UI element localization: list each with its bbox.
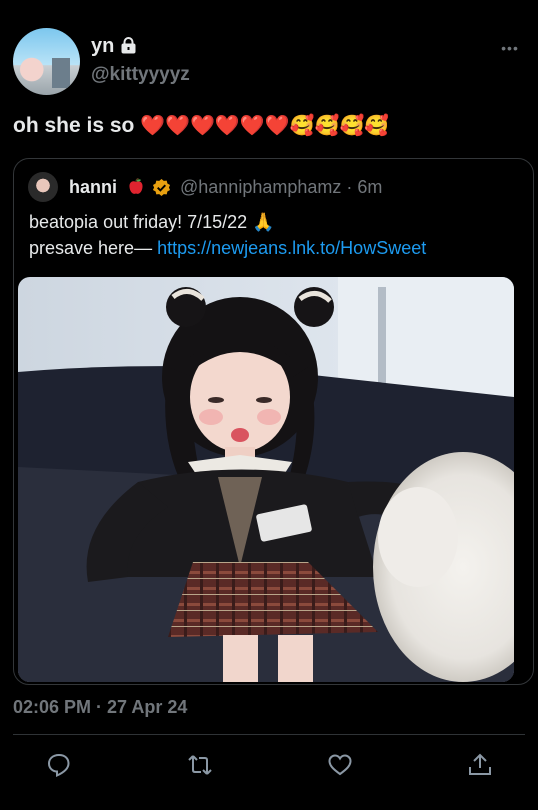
- quoted-photo[interactable]: [18, 277, 514, 682]
- profile-avatar[interactable]: [13, 28, 80, 95]
- reply-icon[interactable]: [46, 752, 72, 778]
- quoted-avatar[interactable]: [28, 172, 58, 202]
- share-icon[interactable]: [467, 752, 493, 778]
- author-name[interactable]: yn: [91, 35, 114, 58]
- retweet-icon[interactable]: [187, 752, 213, 778]
- quoted-line-2-prefix: presave here—: [29, 238, 158, 258]
- quoted-author-name[interactable]: hanni: [69, 177, 117, 198]
- quoted-tweet[interactable]: hanni @hanniphamphamz · 6m beatopia out …: [13, 158, 534, 685]
- tweet-timestamp[interactable]: 02:06 PM · 27 Apr 24: [13, 697, 187, 718]
- red-apple-icon: [129, 178, 143, 194]
- lock-icon: [121, 37, 136, 54]
- quoted-handle-time: @hanniphamphamz · 6m: [180, 177, 383, 197]
- divider: [13, 734, 525, 735]
- tweet-emoji: ❤️❤️❤️❤️❤️❤️🥰🥰🥰🥰: [140, 115, 390, 137]
- author-handle[interactable]: @kittyyyyz: [91, 64, 190, 86]
- like-icon[interactable]: [327, 752, 353, 778]
- presave-link[interactable]: https://newjeans.lnk.to/HowSweet: [157, 238, 426, 258]
- tweet-text-words: oh she is so: [13, 114, 135, 137]
- tweet-text: oh she is so ❤️❤️❤️❤️❤️❤️🥰🥰🥰🥰: [13, 113, 389, 138]
- verified-badge-icon: [152, 178, 171, 197]
- quoted-line-2: presave here— https://newjeans.lnk.to/Ho…: [29, 235, 524, 261]
- quoted-text: beatopia out friday! 7/15/22 🙏 presave h…: [29, 209, 524, 261]
- more-icon[interactable]: •••: [498, 40, 522, 56]
- quoted-line-1: beatopia out friday! 7/15/22 🙏: [29, 212, 275, 232]
